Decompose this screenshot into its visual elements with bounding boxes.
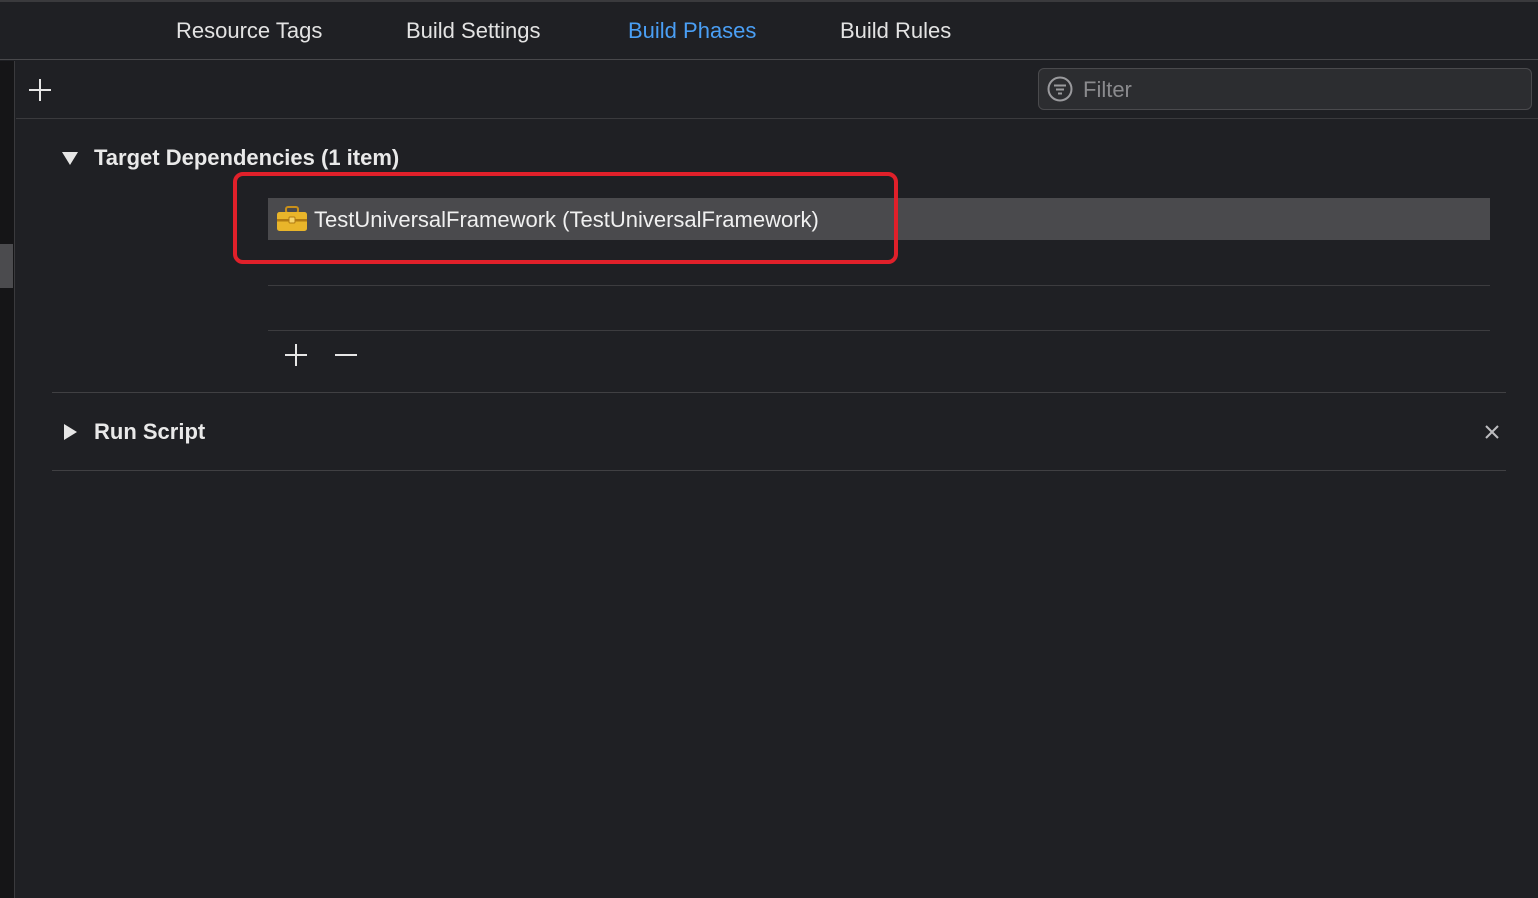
list-separator — [268, 285, 1490, 286]
run-script-header[interactable]: Run Script — [60, 417, 205, 447]
left-gutter — [0, 61, 15, 898]
dependency-row[interactable]: TestUniversalFramework (TestUniversalFra… — [268, 198, 1490, 240]
disclosure-triangle-right-icon[interactable] — [60, 422, 80, 442]
build-phases-editor: Resource Tags Build Settings Build Phase… — [0, 0, 1538, 898]
delete-run-script-button[interactable] — [1482, 422, 1502, 442]
plus-icon — [29, 79, 51, 101]
add-build-phase-button[interactable] — [28, 78, 52, 102]
add-dependency-button[interactable] — [283, 342, 309, 368]
phases-toolbar — [16, 61, 1538, 119]
tab-build-phases[interactable]: Build Phases — [628, 18, 756, 44]
gutter-scroll-thumb[interactable] — [0, 244, 13, 288]
filter-field[interactable] — [1038, 68, 1532, 110]
target-dependencies-header[interactable]: Target Dependencies (1 item) — [60, 143, 399, 173]
toolbox-icon — [277, 206, 307, 231]
tab-build-settings[interactable]: Build Settings — [406, 18, 541, 44]
section-divider — [52, 470, 1506, 471]
editor-tab-bar: Resource Tags Build Settings Build Phase… — [0, 0, 1538, 60]
dependency-label: TestUniversalFramework (TestUniversalFra… — [314, 207, 819, 232]
disclosure-triangle-down-icon[interactable] — [60, 148, 80, 168]
run-script-title: Run Script — [94, 419, 206, 444]
close-icon — [1485, 425, 1499, 439]
tab-resource-tags[interactable]: Resource Tags — [176, 18, 322, 44]
filter-input[interactable] — [1081, 73, 1525, 107]
filter-icon — [1047, 76, 1073, 102]
plus-icon — [285, 344, 307, 366]
section-divider — [52, 392, 1506, 393]
target-dependencies-title: Target Dependencies (1 item) — [94, 145, 400, 170]
tab-build-rules[interactable]: Build Rules — [840, 18, 951, 44]
minus-icon — [335, 354, 357, 356]
list-separator — [268, 330, 1490, 331]
remove-dependency-button[interactable] — [333, 342, 359, 368]
